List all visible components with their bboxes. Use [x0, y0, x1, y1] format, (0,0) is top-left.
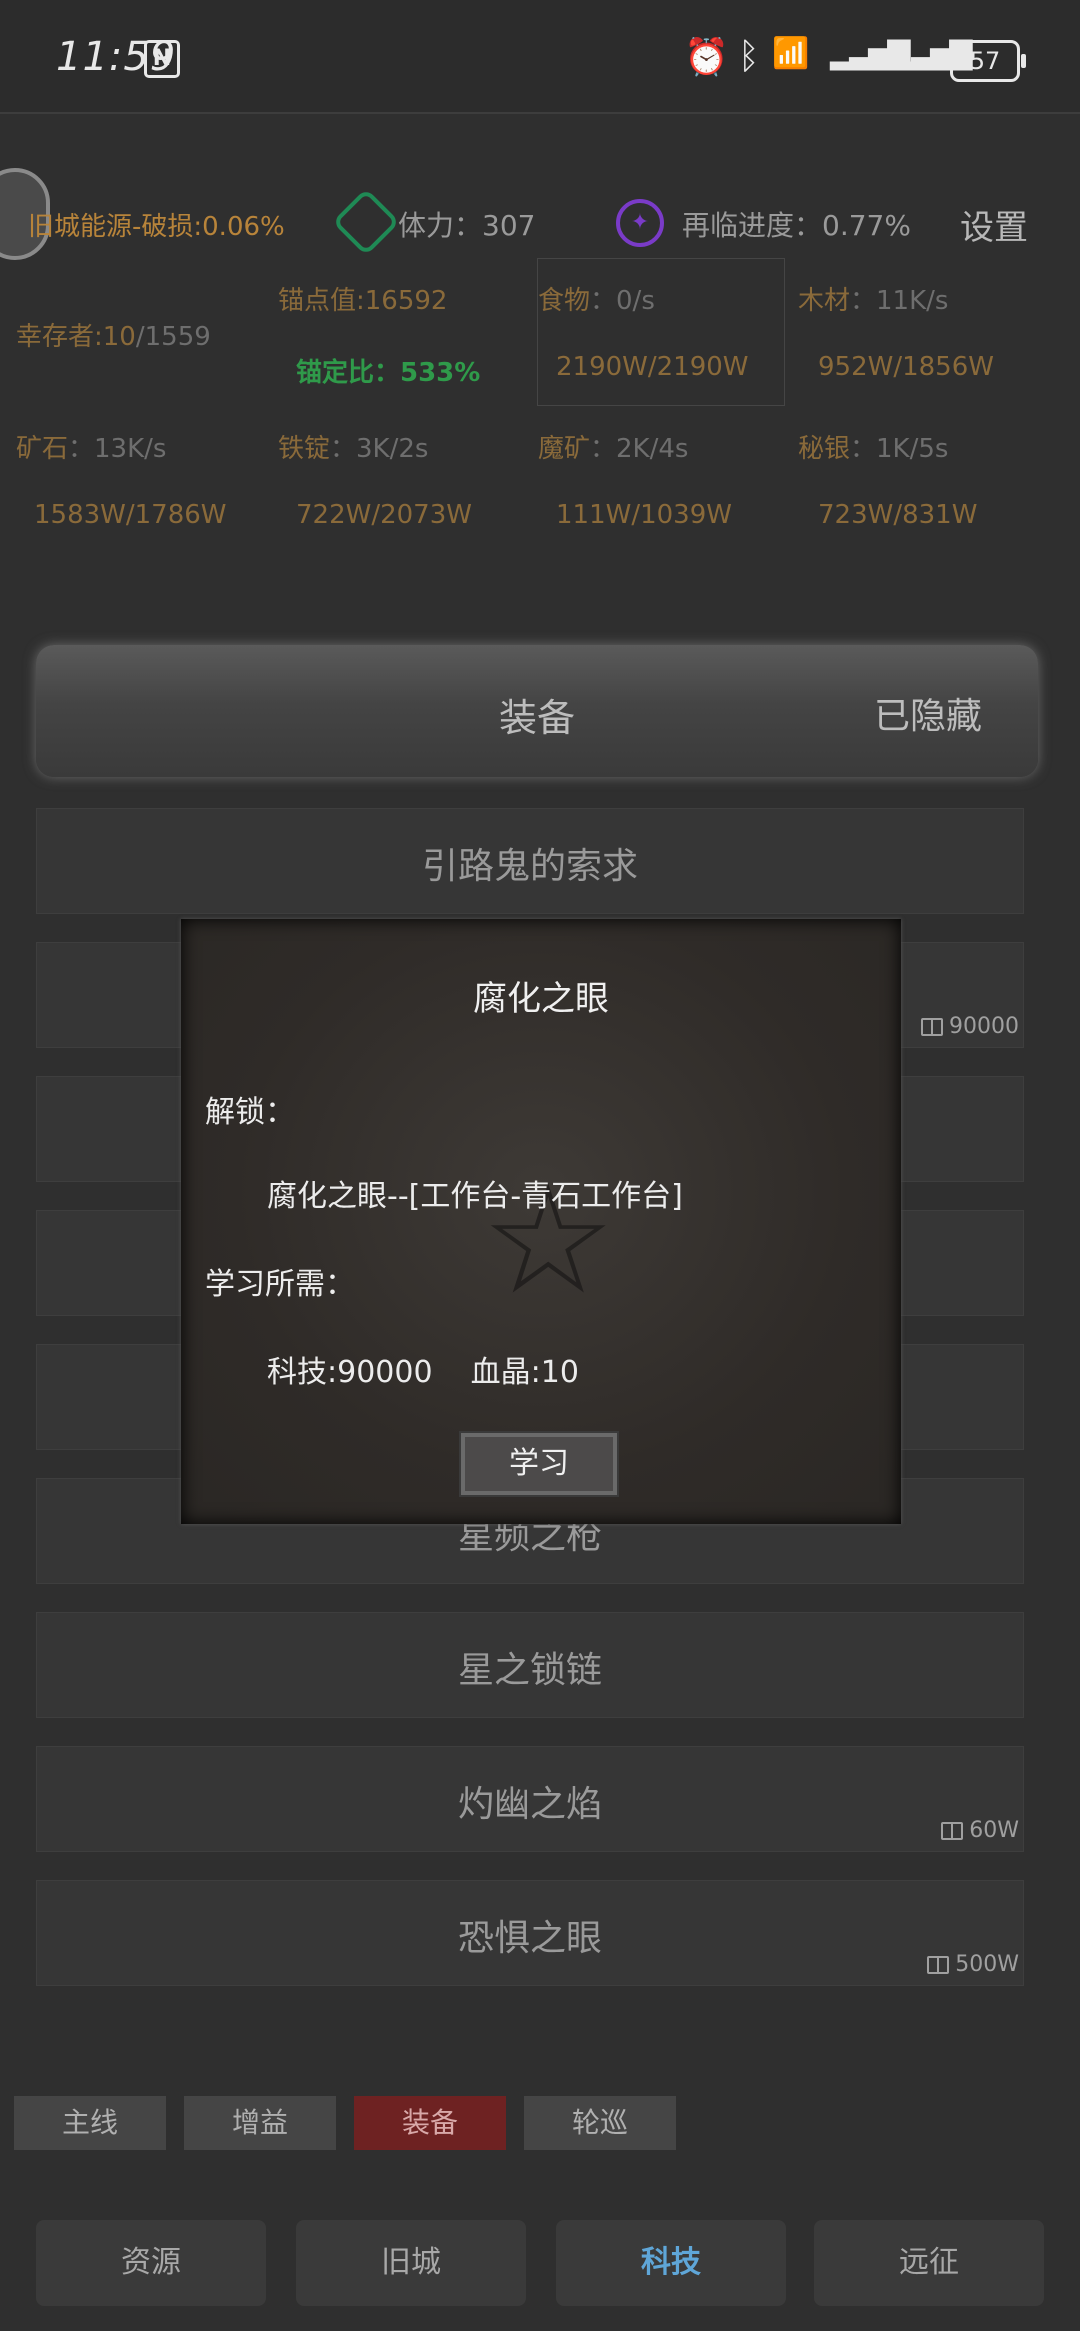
magic-ore-rate: 魔矿：2K/4s: [538, 428, 688, 465]
nfc-icon: N: [144, 40, 180, 78]
list-item-cost-value: 60W: [969, 1818, 1019, 1843]
ingot-rate-value: ：3K/2s: [330, 434, 429, 464]
stamina-icon: [332, 188, 400, 256]
list-item-cost: 90000: [921, 1014, 1019, 1039]
magic-ore-amount: 111W/1039W: [556, 500, 732, 530]
food-label: 食物: [538, 286, 591, 316]
nav-resources[interactable]: 资源: [36, 2220, 266, 2306]
nav-expedition[interactable]: 远征: [814, 2220, 1044, 2306]
alarm-icon: ⏰: [684, 37, 729, 78]
mithril-rate-value: ：1K/5s: [850, 434, 949, 464]
nav-tech[interactable]: 科技: [556, 2220, 786, 2306]
wood-rate: 木材：11K/s: [798, 280, 948, 317]
settings-button[interactable]: 设置: [960, 200, 1028, 249]
ore-label: 矿石: [16, 434, 69, 464]
list-item-title: 引路鬼的索求: [421, 846, 638, 887]
ingot-label: 铁锭: [278, 434, 331, 464]
anchor-value: 锚点值:16592: [278, 286, 448, 316]
wood-label: 木材: [798, 286, 851, 316]
revisit-value: 0.77%: [822, 209, 911, 242]
ore-rate-value: ：13K/s: [68, 434, 167, 464]
list-item-cost-value: 90000: [949, 1014, 1019, 1039]
food-rate-value: ：0/s: [590, 286, 655, 316]
status-bar: 11:59 N ⏰ ᛒ 📶 ▂▃▅▇ ▂▃▅▇ 57: [0, 0, 1080, 114]
learn-button[interactable]: 学习: [459, 1431, 619, 1497]
dialog-title: 腐化之眼: [473, 979, 609, 1019]
bluetooth-icon: ᛒ: [738, 36, 760, 77]
list-item[interactable]: 星之锁链: [36, 1612, 1024, 1718]
ingot-amount: 722W/2073W: [296, 500, 472, 530]
survivor-count: 幸存者:10: [16, 322, 136, 352]
tech-detail-dialog: ☆ 腐化之眼 解锁： 腐化之眼--[工作台-青石工作台] 学习所需： 科技:90…: [181, 919, 901, 1524]
wifi-icon: 📶: [772, 36, 810, 71]
book-icon: [921, 1018, 943, 1036]
tab-equipment[interactable]: 装备: [354, 2096, 506, 2150]
list-item-title: 恐惧之眼: [457, 1918, 602, 1959]
stamina: 体力：307: [398, 204, 535, 244]
survivors: 幸存者:10/1559: [16, 316, 211, 353]
ore-rate: 矿石：13K/s: [16, 428, 166, 465]
survivor-max: /1559: [135, 322, 211, 352]
city-energy: 旧城能源-破损:0.06%: [28, 212, 285, 242]
list-item-cost-value: 500W: [955, 1952, 1019, 1977]
list-item-title: 灼幽之焰: [457, 1784, 602, 1825]
banner-hidden-toggle[interactable]: 已隐藏: [874, 687, 982, 739]
list-item[interactable]: 引路鬼的索求: [36, 808, 1024, 914]
magic-ore-label: 魔矿: [538, 434, 591, 464]
ingot-rate: 铁锭：3K/2s: [278, 428, 428, 465]
food-amount: 2190W/2190W: [556, 352, 749, 382]
mithril-label: 秘银: [798, 434, 851, 464]
anchor-ratio: 锚定比：533%: [296, 358, 481, 388]
mithril-rate: 秘银：1K/5s: [798, 428, 948, 465]
stamina-label: 体力：: [398, 209, 483, 242]
wood-amount: 952W/1856W: [818, 352, 994, 382]
nav-old-city[interactable]: 旧城: [296, 2220, 526, 2306]
revisit-label: 再临进度：: [682, 209, 823, 242]
stamina-value: 307: [482, 209, 536, 242]
wood-rate-value: ：11K/s: [850, 286, 949, 316]
revisit-progress: 再临进度：0.77%: [682, 204, 911, 244]
tab-main[interactable]: 主线: [14, 2096, 166, 2150]
list-item-cost: 60W: [941, 1818, 1019, 1843]
list-item-cost: 500W: [927, 1952, 1019, 1977]
tab-patrol[interactable]: 轮巡: [524, 2096, 676, 2150]
equipment-banner[interactable]: 装备 已隐藏: [36, 645, 1038, 777]
requirement-label: 学习所需：: [205, 1267, 355, 1302]
list-item[interactable]: 灼幽之焰 60W: [36, 1746, 1024, 1852]
book-icon: [941, 1822, 964, 1840]
requirement-value: 科技:90000 血晶:10: [267, 1355, 579, 1390]
magic-ore-rate-value: ：2K/4s: [590, 434, 689, 464]
revisit-icon: ✦: [616, 199, 664, 247]
unlock-value: 腐化之眼--[工作台-青石工作台]: [267, 1179, 683, 1214]
battery-icon: 57: [950, 40, 1026, 82]
mithril-amount: 723W/831W: [818, 500, 978, 530]
unlock-label: 解锁：: [205, 1095, 295, 1130]
list-item-title: 星之锁链: [457, 1650, 602, 1691]
tab-buff[interactable]: 增益: [184, 2096, 336, 2150]
book-icon: [927, 1956, 950, 1974]
list-item[interactable]: 恐惧之眼 500W: [36, 1880, 1024, 1986]
food-rate: 食物：0/s: [538, 280, 655, 317]
ore-amount: 1583W/1786W: [34, 500, 227, 530]
